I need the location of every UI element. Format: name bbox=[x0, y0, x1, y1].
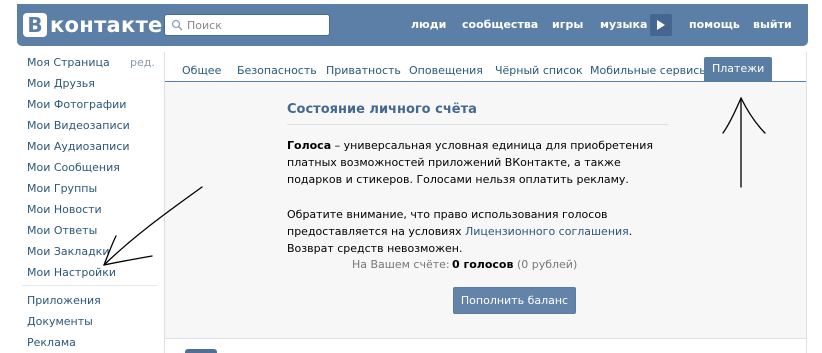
tab-blacklist[interactable]: Чёрный список bbox=[495, 64, 583, 77]
menu-apps[interactable]: Приложения bbox=[27, 294, 101, 307]
tab-notifications[interactable]: Оповещения bbox=[409, 64, 483, 77]
menu-divider bbox=[22, 285, 157, 286]
tab-privacy[interactable]: Приватность bbox=[326, 64, 401, 77]
menu-my-page[interactable]: Моя Страница bbox=[27, 56, 110, 69]
logo-letter: B bbox=[23, 13, 47, 37]
menu-my-groups[interactable]: Мои Группы bbox=[27, 182, 97, 195]
nav-music[interactable]: музыка bbox=[600, 18, 647, 31]
menu-documents[interactable]: Документы bbox=[27, 315, 93, 328]
menu-my-bookmarks[interactable]: Мои Закладки bbox=[27, 245, 109, 258]
tab-general[interactable]: Общее bbox=[182, 64, 221, 77]
top-header: B контакте люди сообщества игры музыка п… bbox=[17, 4, 808, 46]
balance-label: На Вашем счёте: bbox=[352, 258, 450, 271]
search-icon bbox=[171, 19, 183, 31]
search-input[interactable] bbox=[187, 16, 325, 34]
menu-my-friends[interactable]: Мои Друзья bbox=[27, 77, 95, 90]
votes-description-text: – универсальная условная единица для при… bbox=[287, 139, 653, 186]
nav-people[interactable]: люди bbox=[411, 18, 446, 31]
balance-value: 0 голосов (0 рублей) bbox=[452, 258, 577, 271]
player-button[interactable] bbox=[650, 14, 672, 36]
license-notice: Обратите внимание, что право использован… bbox=[287, 206, 672, 257]
edit-page-link[interactable]: ред. bbox=[130, 56, 155, 69]
tab-payments[interactable]: Платежи bbox=[704, 57, 773, 81]
balance-rubles: (0 рублей) bbox=[513, 258, 578, 271]
search-box[interactable] bbox=[164, 14, 330, 36]
menu-my-news[interactable]: Мои Новости bbox=[27, 203, 102, 216]
play-icon bbox=[657, 20, 665, 30]
tab-mobile-services[interactable]: Мобильные сервисы bbox=[590, 64, 708, 77]
menu-my-videos[interactable]: Мои Видеозаписи bbox=[27, 119, 130, 132]
settings-tabs: Общее Безопасность Приватность Оповещени… bbox=[165, 52, 806, 82]
votes-term: Голоса bbox=[287, 139, 332, 152]
account-title: Состояние личного счёта bbox=[287, 102, 477, 117]
title-divider bbox=[287, 124, 668, 125]
logo-text: контакте bbox=[50, 13, 163, 37]
next-section-stub bbox=[185, 349, 217, 353]
menu-my-photos[interactable]: Мои Фотографии bbox=[27, 98, 126, 111]
nav-communities[interactable]: сообщества bbox=[462, 18, 538, 31]
menu-my-audio[interactable]: Мои Аудиозаписи bbox=[27, 140, 130, 153]
vk-logo[interactable]: B контакте bbox=[23, 13, 163, 37]
tab-security[interactable]: Безопасность bbox=[237, 64, 317, 77]
nav-logout[interactable]: выйти bbox=[753, 18, 792, 31]
payments-panel: Состояние личного счёта Голоса – универс… bbox=[165, 82, 806, 339]
menu-my-messages[interactable]: Мои Сообщения bbox=[27, 161, 120, 174]
license-agreement-link[interactable]: Лицензионного соглашения bbox=[465, 225, 629, 238]
balance-votes: 0 голосов bbox=[452, 258, 514, 271]
nav-help[interactable]: помощь bbox=[689, 18, 740, 31]
top-up-balance-button[interactable]: Пополнить баланс bbox=[453, 287, 576, 314]
nav-games[interactable]: игры bbox=[552, 18, 583, 31]
menu-my-answers[interactable]: Мои Ответы bbox=[27, 224, 97, 237]
menu-my-settings[interactable]: Мои Настройки bbox=[27, 266, 116, 279]
menu-ads[interactable]: Реклама bbox=[27, 336, 76, 349]
settings-content: Общее Безопасность Приватность Оповещени… bbox=[164, 52, 807, 353]
votes-description: Голоса – универсальная условная единица … bbox=[287, 137, 672, 188]
